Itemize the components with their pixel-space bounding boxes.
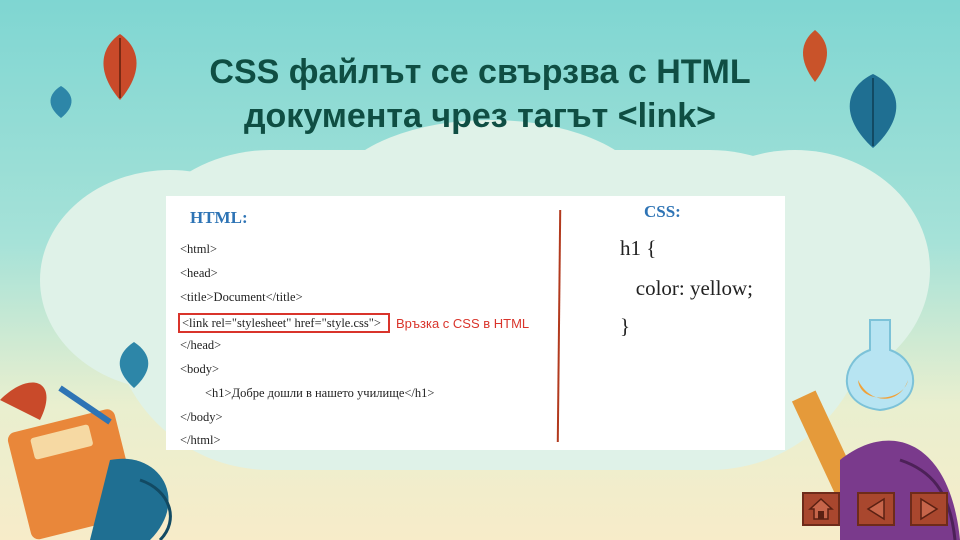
slide-title-line-1: CSS файлът се свързва с HTML (209, 53, 751, 91)
home-icon (808, 497, 834, 520)
home-button[interactable] (802, 492, 840, 526)
html-code-line: </body> (180, 410, 223, 424)
slide-title: CSS файлът се свързва с HTML документа ч… (0, 50, 960, 138)
arrow-left-icon (866, 497, 885, 521)
previous-slide-button[interactable] (857, 492, 895, 526)
html-code-line: </html> (180, 433, 221, 447)
html-code-line: <head> (180, 266, 218, 280)
link-note: Връзка с CSS в HTML (396, 316, 530, 331)
html-code-line: <body> (180, 362, 220, 376)
panel-divider (556, 209, 562, 443)
arrow-right-icon (920, 497, 939, 521)
css-code-line: } (620, 314, 631, 338)
html-code-line: </head> (180, 338, 222, 352)
css-label: CSS: (644, 202, 681, 221)
html-code-line: <title>Document</title> (180, 290, 303, 304)
code-panel: HTML: CSS: <html> <head> <title>Document… (166, 196, 785, 450)
link-highlight-box (178, 313, 390, 333)
html-code-line: <h1>Добре дошли в нашето училище</h1> (180, 386, 435, 400)
html-label: HTML: (190, 208, 248, 227)
css-code-line: h1 { (620, 236, 657, 260)
html-code-line: <html> (180, 242, 218, 256)
next-slide-button[interactable] (910, 492, 948, 526)
css-code-line: color: yellow; (620, 276, 753, 300)
slide-title-line-2: документа чрез тагът <link> (243, 97, 717, 135)
